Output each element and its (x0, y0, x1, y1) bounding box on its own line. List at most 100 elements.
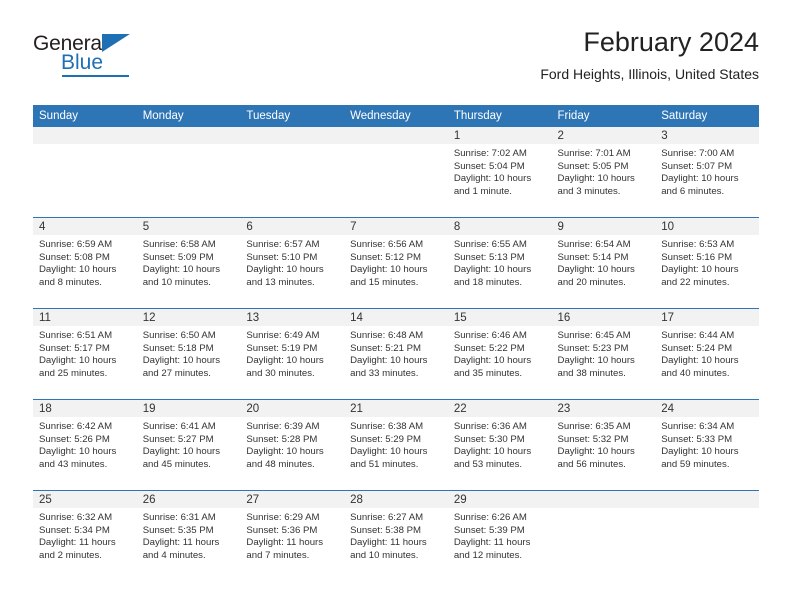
page-subtitle: Ford Heights, Illinois, United States (540, 66, 759, 82)
sunrise-text: Sunrise: 6:41 AM (142, 421, 216, 432)
day-number-band: 26 (136, 491, 241, 508)
day-number: 26 (142, 494, 156, 506)
day-details (137, 144, 241, 148)
day-cell[interactable]: 8 Sunrise: 6:55 AM Sunset: 5:13 PM Daylight… (447, 218, 552, 308)
daylight-text-line1: Daylight: 10 hours (350, 264, 428, 276)
day-cell[interactable]: 12 Sunrise: 6:50 AM Sunset: 5:18 PM Dayligh… (136, 309, 241, 399)
day-cell[interactable]: 6 Sunrise: 6:57 AM Sunset: 5:10 PM Daylight… (240, 218, 345, 308)
daylight-text-line1: Daylight: 11 hours (142, 537, 220, 549)
daylight-text-line2: and 48 minutes. (246, 458, 315, 470)
day-number-band: 18 (33, 400, 137, 417)
sunrise-text: Sunrise: 6:48 AM (350, 330, 424, 341)
day-cell[interactable]: 11 Sunrise: 6:51 AM Sunset: 5:17 PM Dayligh… (33, 309, 137, 399)
sunset-text: Sunset: 5:19 PM (246, 342, 318, 354)
day-number: 15 (453, 312, 467, 324)
day-number: 14 (350, 312, 363, 324)
day-number-band (33, 127, 137, 144)
day-number-band: 14 (344, 309, 448, 326)
sunset-text: Sunset: 5:13 PM (453, 251, 525, 263)
day-details: Sunrise: 6:55 AM Sunset: 5:13 PM Daylight:… (448, 235, 552, 289)
day-number: 3 (661, 130, 668, 142)
daylight-text-line2: and 6 minutes. (661, 185, 725, 197)
day-number: 16 (557, 312, 571, 324)
title-block: February 2024 Ford Heights, Illinois, Un… (540, 26, 759, 83)
daylight-text-line2: and 30 minutes. (246, 367, 315, 379)
daylight-text-line1: Daylight: 10 hours (557, 264, 635, 276)
day-cell[interactable]: 16 Sunrise: 6:45 AM Sunset: 5:23 PM Dayligh… (551, 309, 656, 399)
day-cell[interactable]: 24 Sunrise: 6:34 AM Sunset: 5:33 PM Dayligh… (655, 400, 759, 490)
sunrise-text: Sunrise: 6:46 AM (453, 330, 527, 341)
day-number: 21 (350, 403, 363, 415)
day-details: Sunrise: 7:00 AM Sunset: 5:07 PM Daylight:… (655, 144, 759, 198)
day-cell[interactable]: 3 Sunrise: 7:00 AM Sunset: 5:07 PM Daylight… (655, 127, 759, 217)
day-details: Sunrise: 6:26 AM Sunset: 5:39 PM Daylight:… (448, 508, 552, 562)
day-cell[interactable]: 23 Sunrise: 6:35 AM Sunset: 5:32 PM Dayligh… (551, 400, 656, 490)
day-number-band (344, 127, 448, 144)
day-details: Sunrise: 6:36 AM Sunset: 5:30 PM Daylight:… (448, 417, 552, 471)
day-number: 24 (661, 403, 675, 415)
day-number: 10 (661, 221, 675, 233)
day-details: Sunrise: 6:46 AM Sunset: 5:22 PM Daylight:… (448, 326, 552, 380)
day-cell[interactable]: 19 Sunrise: 6:41 AM Sunset: 5:27 PM Dayligh… (136, 400, 241, 490)
day-number: 13 (246, 312, 260, 324)
day-cell[interactable]: 17 Sunrise: 6:44 AM Sunset: 5:24 PM Dayligh… (655, 309, 759, 399)
day-cell[interactable]: 25 Sunrise: 6:32 AM Sunset: 5:34 PM Dayligh… (33, 491, 137, 581)
day-details: Sunrise: 6:44 AM Sunset: 5:24 PM Daylight:… (655, 326, 759, 380)
day-details: Sunrise: 6:39 AM Sunset: 5:28 PM Daylight:… (240, 417, 344, 471)
calendar-weeks: 1 Sunrise: 7:02 AM Sunset: 5:04 PM Daylight… (33, 127, 759, 581)
day-cell[interactable]: 26 Sunrise: 6:31 AM Sunset: 5:35 PM Dayligh… (136, 491, 241, 581)
day-number-band: 16 (551, 309, 656, 326)
daylight-text-line2: and 12 minutes. (453, 549, 523, 561)
day-cell[interactable]: 22 Sunrise: 6:36 AM Sunset: 5:30 PM Dayligh… (447, 400, 552, 490)
day-cell[interactable]: 29 Sunrise: 6:26 AM Sunset: 5:39 PM Dayligh… (447, 491, 552, 581)
weekday-header-wednesday: Wednesday (350, 110, 411, 122)
sunset-text: Sunset: 5:22 PM (453, 342, 525, 354)
day-cell[interactable]: 1 Sunrise: 7:02 AM Sunset: 5:04 PM Daylight… (447, 127, 552, 217)
daylight-text-line1: Daylight: 10 hours (246, 446, 324, 458)
calendar-week-row: 18 Sunrise: 6:42 AM Sunset: 5:26 PM Dayligh… (33, 399, 759, 490)
daylight-text-line1: Daylight: 10 hours (39, 355, 117, 367)
sunset-text: Sunset: 5:27 PM (142, 433, 214, 445)
daylight-text-line1: Daylight: 10 hours (453, 173, 532, 185)
logo-text-blue: Blue (61, 51, 104, 74)
day-details: Sunrise: 6:54 AM Sunset: 5:14 PM Daylight:… (552, 235, 656, 289)
daylight-text-line1: Daylight: 11 hours (39, 537, 116, 549)
day-cell[interactable]: 15 Sunrise: 6:46 AM Sunset: 5:22 PM Dayligh… (447, 309, 552, 399)
day-number-band: 22 (447, 400, 552, 417)
day-number: 28 (350, 494, 363, 506)
day-cell[interactable]: 27 Sunrise: 6:29 AM Sunset: 5:36 PM Dayligh… (240, 491, 345, 581)
day-cell[interactable]: 18 Sunrise: 6:42 AM Sunset: 5:26 PM Dayligh… (33, 400, 137, 490)
day-cell[interactable]: 7 Sunrise: 6:56 AM Sunset: 5:12 PM Daylight… (344, 218, 448, 308)
day-details (240, 144, 344, 148)
day-number (655, 491, 759, 493)
daylight-text-line1: Daylight: 11 hours (350, 537, 427, 549)
day-number: 5 (142, 221, 150, 233)
day-number (240, 127, 344, 129)
day-number-band: 29 (447, 491, 552, 508)
day-cell[interactable]: 10 Sunrise: 6:53 AM Sunset: 5:16 PM Dayligh… (655, 218, 759, 308)
day-details: Sunrise: 6:50 AM Sunset: 5:18 PM Daylight:… (137, 326, 241, 380)
day-cell[interactable]: 20 Sunrise: 6:39 AM Sunset: 5:28 PM Dayligh… (240, 400, 345, 490)
daylight-text-line2: and 59 minutes. (661, 458, 730, 470)
day-cell[interactable]: 13 Sunrise: 6:49 AM Sunset: 5:19 PM Dayligh… (240, 309, 345, 399)
day-cell[interactable]: 4 Sunrise: 6:59 AM Sunset: 5:08 PM Daylight… (33, 218, 137, 308)
daylight-text-line2: and 38 minutes. (557, 367, 626, 379)
day-cell[interactable]: 2 Sunrise: 7:01 AM Sunset: 5:05 PM Daylight… (551, 127, 656, 217)
day-number-band: 2 (551, 127, 656, 144)
sunrise-text: Sunrise: 6:45 AM (557, 330, 631, 341)
sunset-text: Sunset: 5:36 PM (246, 524, 318, 536)
daylight-text-line1: Daylight: 10 hours (661, 264, 739, 276)
daylight-text-line1: Daylight: 10 hours (661, 446, 739, 458)
day-number-band: 13 (240, 309, 345, 326)
day-number: 1 (453, 130, 461, 142)
day-cell[interactable]: 9 Sunrise: 6:54 AM Sunset: 5:14 PM Daylight… (551, 218, 656, 308)
daylight-text-line2: and 20 minutes. (557, 276, 626, 288)
day-number: 20 (246, 403, 260, 415)
sunrise-text: Sunrise: 6:31 AM (142, 512, 216, 523)
day-cell[interactable]: 28 Sunrise: 6:27 AM Sunset: 5:38 PM Dayligh… (344, 491, 448, 581)
day-cell[interactable]: 21 Sunrise: 6:38 AM Sunset: 5:29 PM Dayligh… (344, 400, 448, 490)
day-details: Sunrise: 6:31 AM Sunset: 5:35 PM Daylight:… (137, 508, 241, 562)
day-cell[interactable]: 14 Sunrise: 6:48 AM Sunset: 5:21 PM Dayligh… (344, 309, 448, 399)
day-cell-empty (136, 127, 241, 217)
day-cell[interactable]: 5 Sunrise: 6:58 AM Sunset: 5:09 PM Daylight… (136, 218, 241, 308)
